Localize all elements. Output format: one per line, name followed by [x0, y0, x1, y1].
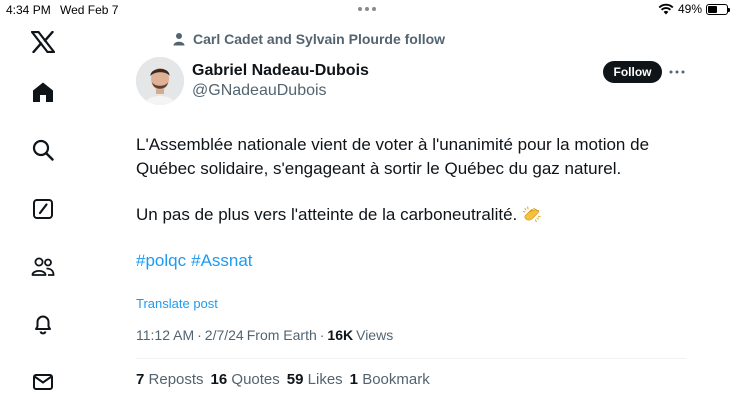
tweet-source: From Earth [246, 327, 317, 343]
tweet-text: L'Assemblée nationale vient de voter à l… [136, 135, 650, 178]
compose-icon[interactable] [31, 197, 55, 221]
likes-label: Likes [307, 371, 343, 388]
hashtags: #polqc #Assnat [136, 249, 253, 273]
engagement-stats: 7 Reposts 16 Quotes 59 Likes 1 Bookmark [136, 371, 430, 388]
bookmarks-label: Bookmark [362, 371, 430, 388]
author-name[interactable]: Gabriel Nadeau-Dubois [192, 62, 369, 80]
x-logo-icon[interactable] [31, 30, 55, 54]
likes-count: 59 [286, 371, 304, 388]
bookmarks-count: 1 [349, 371, 359, 388]
views-label: Views [356, 327, 394, 343]
notifications-icon[interactable] [31, 312, 55, 336]
reposts-stat[interactable]: 7 Reposts [136, 371, 204, 388]
clapping-hands-icon [522, 205, 542, 225]
multitasking-dots-icon[interactable] [358, 7, 376, 11]
sidebar [0, 20, 86, 403]
messages-icon[interactable] [31, 370, 55, 394]
meta-separator: · [197, 327, 202, 343]
home-icon[interactable] [31, 80, 55, 104]
likes-stat[interactable]: 59 Likes [287, 371, 343, 388]
follow-button[interactable]: Follow [603, 61, 662, 83]
more-options-icon[interactable] [668, 64, 686, 80]
tweet-date[interactable]: 2/7/24 [205, 327, 244, 343]
views-count: 16K [327, 327, 354, 343]
quotes-count: 16 [210, 371, 228, 388]
status-bar: 4:34 PM Wed Feb 7 49% [0, 0, 734, 20]
wifi-icon [658, 3, 674, 15]
tweet-time[interactable]: 11:12 AM [136, 327, 194, 343]
bookmarks-stat[interactable]: 1 Bookmark [350, 371, 430, 388]
battery-percent: 49% [677, 2, 702, 16]
tweet-text-line: Un pas de plus vers l'atteinte de la car… [136, 203, 542, 227]
meta-separator: · [319, 327, 325, 343]
quotes-label: Quotes [231, 371, 280, 388]
battery-icon [706, 3, 730, 15]
translate-post-link[interactable]: Translate post [136, 296, 218, 311]
social-context-text[interactable]: Carl Cadet and Sylvain Plourde follow [193, 31, 445, 47]
quotes-stat[interactable]: 16 Quotes [211, 371, 280, 388]
communities-icon[interactable] [31, 255, 55, 279]
divider [136, 358, 686, 359]
author-handle[interactable]: @GNadeauDubois [192, 82, 327, 100]
person-icon [172, 32, 186, 46]
social-context: Carl Cadet and Sylvain Plourde follow [172, 31, 445, 47]
hashtag-link[interactable]: #Assnat [191, 249, 252, 273]
reposts-count: 7 [136, 371, 145, 388]
tweet-meta: 11:12 AM · 2/7/24 From Earth · 16K Views [136, 327, 393, 343]
hashtag-link[interactable]: #polqc [136, 249, 186, 273]
reposts-label: Reposts [148, 371, 204, 388]
status-date: Wed Feb 7 [60, 3, 119, 17]
search-icon[interactable] [31, 138, 55, 162]
avatar[interactable] [136, 57, 184, 105]
status-time: 4:34 PM [6, 3, 51, 17]
tweet-text-2: Un pas de plus vers l'atteinte de la car… [136, 205, 518, 224]
